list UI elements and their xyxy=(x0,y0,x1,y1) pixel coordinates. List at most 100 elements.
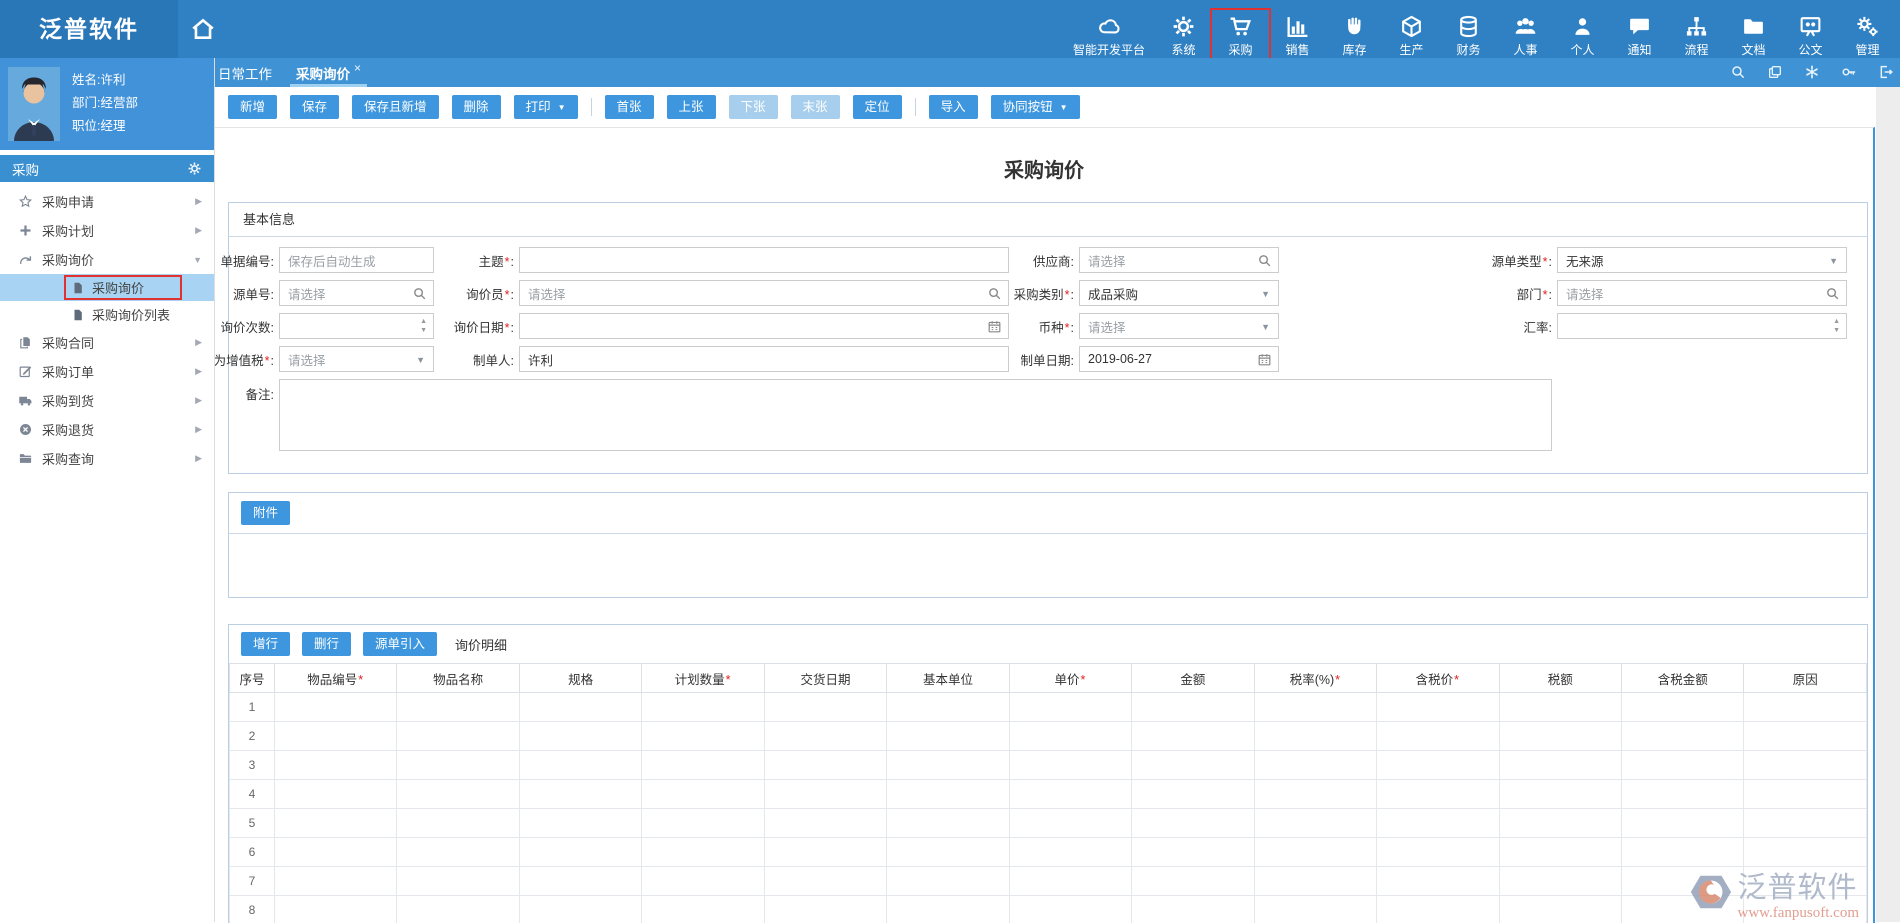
table-cell[interactable] xyxy=(1499,693,1621,722)
table-cell[interactable] xyxy=(275,693,397,722)
table-cell[interactable] xyxy=(275,838,397,867)
table-cell[interactable] xyxy=(1132,896,1254,923)
top-nav-smart-dev[interactable]: 智能开发平台 xyxy=(1063,14,1155,58)
number-spinner[interactable]: ▲▼ xyxy=(1833,319,1840,334)
table-cell[interactable] xyxy=(1132,751,1254,780)
vat-field[interactable]: 请选择▼ xyxy=(279,346,434,372)
chevron-down-icon[interactable]: ▼ xyxy=(1829,256,1838,266)
table-cell[interactable] xyxy=(887,809,1009,838)
table-cell[interactable] xyxy=(764,722,886,751)
table-cell[interactable] xyxy=(887,867,1009,896)
table-cell[interactable] xyxy=(1377,780,1499,809)
source-type-field[interactable]: 无来源▼ xyxy=(1557,247,1847,273)
table-cell[interactable] xyxy=(1254,722,1376,751)
source-no-field[interactable]: 请选择 xyxy=(279,280,434,306)
attachment-button[interactable]: 附件 xyxy=(241,501,290,525)
first-button[interactable]: 首张 xyxy=(605,95,654,119)
top-nav-finance[interactable]: 财务 xyxy=(1440,14,1497,58)
table-cell[interactable] xyxy=(764,896,886,923)
table-cell[interactable] xyxy=(887,838,1009,867)
sidebar-item-return[interactable]: 采购退货▶ xyxy=(0,415,214,444)
save-button[interactable]: 保存 xyxy=(290,95,339,119)
table-cell[interactable] xyxy=(1744,722,1867,751)
table-cell[interactable] xyxy=(397,722,519,751)
top-nav-personal[interactable]: 个人 xyxy=(1554,14,1611,58)
table-cell[interactable] xyxy=(1132,722,1254,751)
table-cell[interactable] xyxy=(642,722,764,751)
table-cell[interactable] xyxy=(275,780,397,809)
table-cell[interactable] xyxy=(642,896,764,923)
spin-down-icon[interactable]: ▼ xyxy=(1833,328,1840,334)
number-spinner[interactable]: ▲▼ xyxy=(420,319,427,334)
top-nav-official[interactable]: 公文 xyxy=(1782,14,1839,58)
inquiry-date-field[interactable] xyxy=(519,313,1009,339)
top-nav-docs[interactable]: 文档 xyxy=(1725,14,1782,58)
table-cell[interactable] xyxy=(397,867,519,896)
table-cell[interactable] xyxy=(1254,809,1376,838)
last-button[interactable]: 末张 xyxy=(791,95,840,119)
table-cell[interactable] xyxy=(275,867,397,896)
table-cell[interactable] xyxy=(887,780,1009,809)
collab-button[interactable]: 协同按钮▼ xyxy=(991,95,1080,119)
table-cell[interactable] xyxy=(1377,751,1499,780)
table-cell[interactable] xyxy=(397,780,519,809)
key-icon[interactable] xyxy=(1841,64,1857,80)
flower-icon[interactable] xyxy=(1804,64,1820,80)
exit-icon[interactable] xyxy=(1878,64,1894,80)
next-button[interactable]: 下张 xyxy=(729,95,778,119)
table-cell[interactable] xyxy=(1744,751,1867,780)
table-cell[interactable] xyxy=(764,693,886,722)
calendar-icon[interactable] xyxy=(1257,352,1272,367)
table-cell[interactable] xyxy=(519,809,641,838)
table-cell[interactable] xyxy=(397,751,519,780)
create-date-field[interactable]: 2019-06-27 xyxy=(1079,346,1279,372)
top-nav-purchase[interactable]: 采购 xyxy=(1212,14,1269,58)
save-new-button[interactable]: 保存且新增 xyxy=(352,95,439,119)
table-cell[interactable] xyxy=(1499,722,1621,751)
search-icon[interactable] xyxy=(1730,64,1746,80)
table-cell[interactable] xyxy=(887,896,1009,923)
table-cell[interactable] xyxy=(1621,751,1743,780)
table-cell[interactable] xyxy=(887,722,1009,751)
table-cell[interactable] xyxy=(764,809,886,838)
import-button[interactable]: 导入 xyxy=(929,95,978,119)
source-import-button[interactable]: 源单引入 xyxy=(363,632,437,656)
table-cell[interactable] xyxy=(1621,780,1743,809)
table-cell[interactable] xyxy=(1377,722,1499,751)
table-cell[interactable] xyxy=(1254,751,1376,780)
table-cell[interactable] xyxy=(519,838,641,867)
table-cell[interactable] xyxy=(519,751,641,780)
top-nav-inventory[interactable]: 库存 xyxy=(1326,14,1383,58)
calendar-icon[interactable] xyxy=(987,319,1002,334)
spin-down-icon[interactable]: ▼ xyxy=(420,328,427,334)
top-nav-production[interactable]: 生产 xyxy=(1383,14,1440,58)
table-cell[interactable] xyxy=(397,809,519,838)
inquirer-field[interactable]: 请选择 xyxy=(519,280,1009,306)
table-cell[interactable] xyxy=(1132,693,1254,722)
add-row-button[interactable]: 增行 xyxy=(241,632,290,656)
top-nav-system[interactable]: 系统 xyxy=(1155,14,1212,58)
attachment-dropzone[interactable] xyxy=(229,534,1867,598)
table-cell[interactable] xyxy=(642,751,764,780)
chevron-down-icon[interactable]: ▼ xyxy=(1261,322,1270,332)
table-cell[interactable] xyxy=(1254,780,1376,809)
table-cell[interactable] xyxy=(642,780,764,809)
table-cell[interactable] xyxy=(1132,780,1254,809)
table-cell[interactable] xyxy=(519,867,641,896)
table-cell[interactable] xyxy=(1744,809,1867,838)
search-icon[interactable] xyxy=(987,286,1002,301)
table-cell[interactable] xyxy=(1009,780,1131,809)
new-button[interactable]: 新增 xyxy=(228,95,277,119)
home-icon[interactable] xyxy=(190,16,216,42)
sidebar-subitem-inquiry-list[interactable]: 采购询价列表 xyxy=(0,301,214,328)
chevron-down-icon[interactable]: ▼ xyxy=(1261,289,1270,299)
sidebar-item-query[interactable]: 采购查询▶ xyxy=(0,444,214,473)
table-cell[interactable] xyxy=(1132,867,1254,896)
table-cell[interactable] xyxy=(1009,896,1131,923)
doc-no-field[interactable]: 保存后自动生成 xyxy=(279,247,434,273)
top-nav-hr[interactable]: 人事 xyxy=(1497,14,1554,58)
top-nav-notice[interactable]: 通知 xyxy=(1611,14,1668,58)
table-cell[interactable] xyxy=(519,693,641,722)
table-cell[interactable] xyxy=(397,896,519,923)
search-icon[interactable] xyxy=(1825,286,1840,301)
